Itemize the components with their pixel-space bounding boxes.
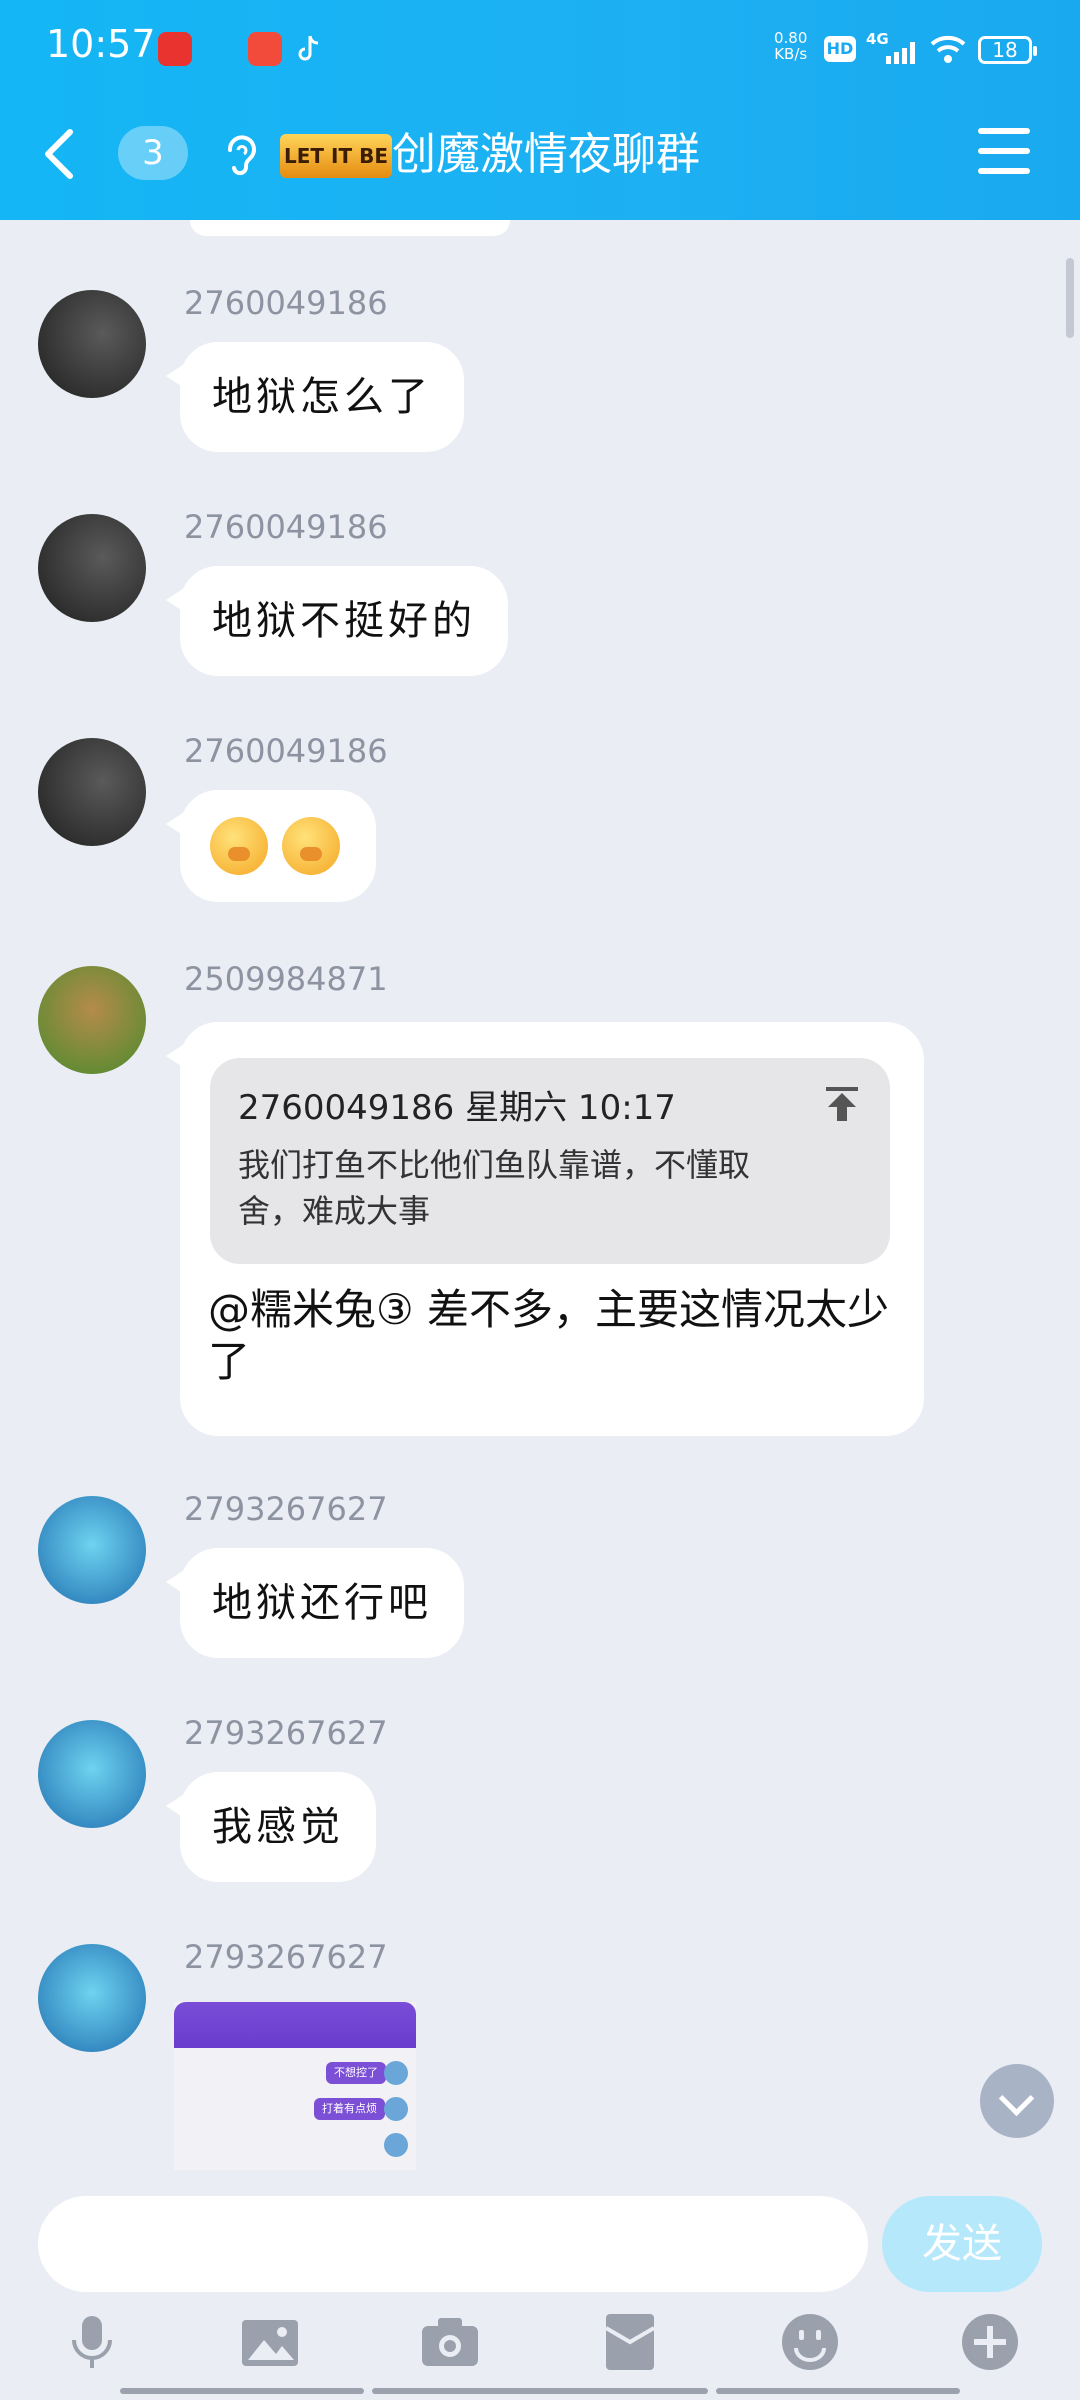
sender-id[interactable]: 2760049186 xyxy=(184,732,388,770)
avatar[interactable] xyxy=(38,514,146,622)
message-text: 地狱不挺好的 xyxy=(212,598,476,644)
thumbnail-header xyxy=(174,2002,416,2048)
previous-bubble-edge xyxy=(190,220,510,236)
image-icon[interactable] xyxy=(238,2310,302,2374)
input-area: 发送 xyxy=(0,2170,1080,2400)
avatar[interactable] xyxy=(38,1496,146,1604)
message-input[interactable] xyxy=(38,2196,868,2292)
plus-icon[interactable] xyxy=(958,2310,1022,2374)
quoted-message[interactable]: 2760049186 星期六 10:17 我们打鱼不比他们鱼队靠谱，不懂取舍，难… xyxy=(210,1058,890,1264)
network-speed-value: 0.80 xyxy=(774,29,808,47)
scrollbar[interactable] xyxy=(1066,258,1074,338)
reply-text: @糯米兔③ 差不多，主要这情况太少了 xyxy=(208,1285,890,1386)
message-bubble[interactable]: 地狱还行吧 xyxy=(166,1548,464,1658)
red-packet-icon[interactable] xyxy=(598,2310,662,2374)
thumbnail-avatar xyxy=(384,2133,408,2157)
group-title[interactable]: 创魔激情夜聊群 xyxy=(392,124,700,186)
status-time: 10:57 xyxy=(46,22,156,66)
avatar[interactable] xyxy=(38,1944,146,2052)
scroll-to-bottom-button[interactable] xyxy=(980,2064,1054,2138)
signal-icon: 4G xyxy=(866,30,915,64)
nav-gesture-bar xyxy=(372,2388,708,2394)
send-button[interactable]: 发送 xyxy=(882,2196,1042,2292)
nav-gesture-bar xyxy=(716,2388,960,2394)
reply-message-bubble[interactable]: 2760049186 星期六 10:17 我们打鱼不比他们鱼队靠谱，不懂取舍，难… xyxy=(166,1022,924,1436)
app-notification-icon xyxy=(158,32,192,66)
back-arrow-icon[interactable] xyxy=(40,124,80,184)
network-speed-unit: KB/s xyxy=(774,45,808,63)
avatar[interactable] xyxy=(38,966,146,1074)
ear-speaker-icon[interactable] xyxy=(222,132,258,180)
microphone-icon[interactable] xyxy=(60,2310,124,2374)
avatar[interactable] xyxy=(38,738,146,846)
sender-id[interactable]: 2793267627 xyxy=(184,1938,388,1976)
chat-list[interactable]: 2760049186 地狱怎么了 2760049186 地狱不挺好的 27600… xyxy=(0,220,1080,2170)
thumbnail-bubble: 不想控了 xyxy=(326,2062,386,2084)
tiktok-icon xyxy=(298,35,319,61)
message-bubble[interactable]: 地狱怎么了 xyxy=(166,342,464,452)
app-notification-icon xyxy=(248,32,282,66)
quoted-header: 2760049186 星期六 10:17 xyxy=(238,1088,676,1128)
thumbnail-avatar xyxy=(384,2061,408,2085)
sender-id[interactable]: 2760049186 xyxy=(184,284,388,322)
battery-indicator: 18 xyxy=(978,36,1037,64)
message-text: 地狱怎么了 xyxy=(212,374,432,420)
quoted-text: 我们打鱼不比他们鱼队靠谱，不懂取舍，难成大事 xyxy=(238,1146,751,1230)
input-toolbar xyxy=(0,2310,1080,2390)
message-bubble[interactable]: 地狱不挺好的 xyxy=(166,566,508,676)
avatar[interactable] xyxy=(38,290,146,398)
thumbnail-bubble: 打着有点烦 xyxy=(314,2098,385,2120)
thumbnail-avatar xyxy=(384,2097,408,2121)
svg-text:4G: 4G xyxy=(866,30,889,48)
network-speed: 0.80 KB/s xyxy=(774,30,807,62)
group-logo: LET IT BE xyxy=(280,134,392,178)
thinking-face-emoji xyxy=(282,817,340,875)
sender-id[interactable]: 2793267627 xyxy=(184,1490,388,1528)
wifi-icon xyxy=(930,35,966,63)
camera-icon[interactable] xyxy=(418,2310,482,2374)
chat-screenshot-thumbnail[interactable]: 不想控了 打着有点烦 xyxy=(174,2002,416,2170)
message-text: 地狱还行吧 xyxy=(212,1580,432,1626)
nav-gesture-bar xyxy=(120,2388,364,2394)
emoji-icon[interactable] xyxy=(778,2310,842,2374)
message-bubble[interactable] xyxy=(166,790,376,902)
unread-count-badge[interactable]: 3 xyxy=(118,126,188,180)
sender-id[interactable]: 2793267627 xyxy=(184,1714,388,1752)
sender-id[interactable]: 2760049186 xyxy=(184,508,388,546)
top-header: 10:57 0.80 KB/s HD 4G 18 3 LET IT BE 创魔激… xyxy=(0,0,1080,220)
sender-id[interactable]: 2509984871 xyxy=(184,960,388,998)
message-text: 我感觉 xyxy=(212,1804,344,1850)
menu-icon[interactable] xyxy=(978,128,1030,174)
status-bar: 10:57 0.80 KB/s HD 4G 18 xyxy=(0,0,1080,100)
hd-icon: HD xyxy=(824,36,856,62)
thinking-face-emoji xyxy=(210,817,268,875)
jump-to-quote-icon[interactable] xyxy=(822,1084,862,1124)
avatar[interactable] xyxy=(38,1720,146,1828)
message-bubble[interactable]: 我感觉 xyxy=(166,1772,376,1882)
